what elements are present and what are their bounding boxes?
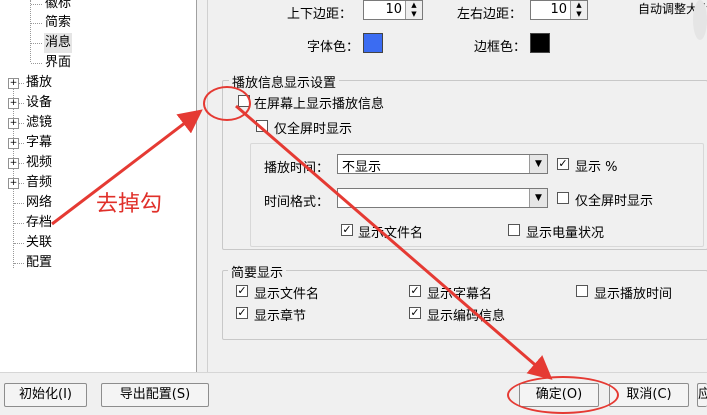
arrow-to-ok [235, 104, 553, 380]
annotation-arrows [51, 104, 553, 380]
arrow-to-checkbox [51, 109, 203, 226]
